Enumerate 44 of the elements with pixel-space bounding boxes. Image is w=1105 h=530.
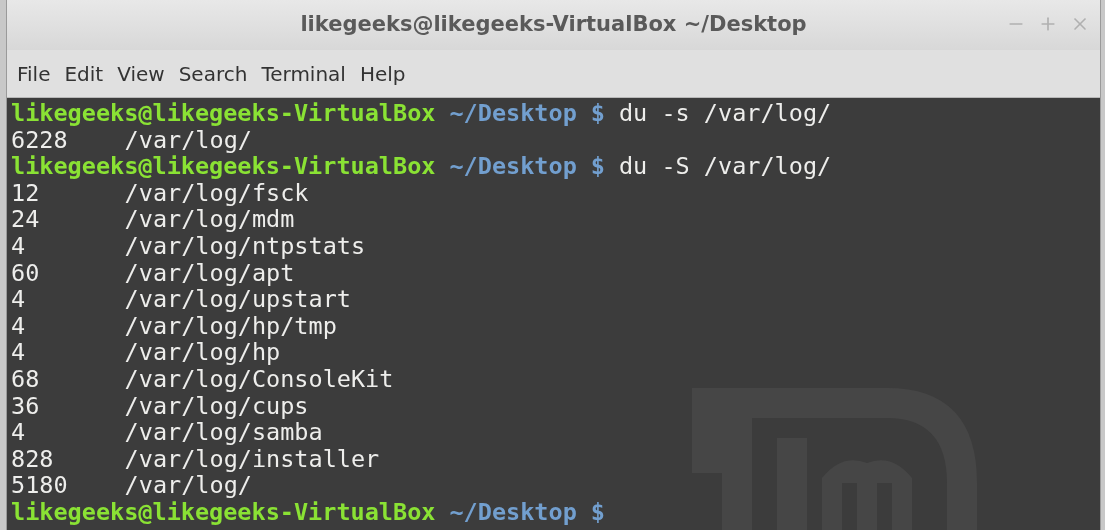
prompt-symbol: $ [590, 498, 605, 526]
path-text: /var/log/samba [124, 419, 323, 446]
menu-item[interactable]: Edit [58, 58, 110, 89]
size-value: 4 [11, 232, 27, 260]
menu-item[interactable]: File [11, 58, 57, 89]
prompt-path: ~/Desktop [449, 100, 577, 127]
prompt-path: ~/Desktop [449, 153, 577, 180]
size-value: 4 [11, 419, 27, 446]
path-text: /var/log/apt [124, 259, 295, 287]
path-text: /var/log/ [124, 472, 252, 499]
prompt-user-host: likegeeks@likegeeks-VirtualBox [11, 498, 436, 526]
menu-item[interactable]: View [111, 58, 171, 89]
prompt-symbol: $ [590, 100, 605, 127]
path-text: /var/log/upstart [124, 286, 351, 313]
path-text: /var/log/ [124, 126, 252, 154]
prompt-user-host: likegeeks@likegeeks-VirtualBox [11, 100, 436, 127]
path-text: /var/log/installer [124, 445, 380, 473]
path-text: /var/log/ntpstats [124, 232, 366, 260]
size-value: 828 [11, 445, 55, 473]
prompt-user-host: likegeeks@likegeeks-VirtualBox [11, 153, 436, 180]
size-value: 4 [11, 312, 27, 340]
menu-item[interactable]: Search [172, 58, 254, 89]
size-value: 24 [11, 206, 41, 233]
size-value: 4 [11, 339, 27, 366]
prompt-path: ~/Desktop [449, 498, 577, 526]
path-text: /var/log/hp/tmp [124, 312, 337, 340]
size-value: 12 [11, 179, 40, 207]
size-value: 4 [11, 286, 27, 313]
size-value: 68 [11, 365, 41, 393]
prompt-symbol: $ [590, 153, 605, 180]
path-text: /var/log/hp [124, 339, 281, 366]
command-text: du -S /var/log/ [618, 153, 832, 180]
menu-item[interactable]: Help [353, 58, 412, 89]
size-value: 5180 [11, 472, 69, 499]
path-text: /var/log/ConsoleKit [124, 365, 394, 393]
menu-item[interactable]: Terminal [255, 58, 352, 89]
size-value: 6228 [11, 126, 68, 154]
path-text: /var/log/fsck [124, 179, 309, 207]
path-text: /var/log/mdm [124, 206, 295, 233]
window-title: likegeeks@likegeeks-VirtualBox ~/Desktop [300, 11, 807, 39]
size-value: 36 [11, 392, 41, 420]
path-text: /var/log/cups [124, 392, 309, 420]
size-value: 60 [11, 259, 41, 287]
command-text: du -s /var/log/ [618, 100, 832, 127]
